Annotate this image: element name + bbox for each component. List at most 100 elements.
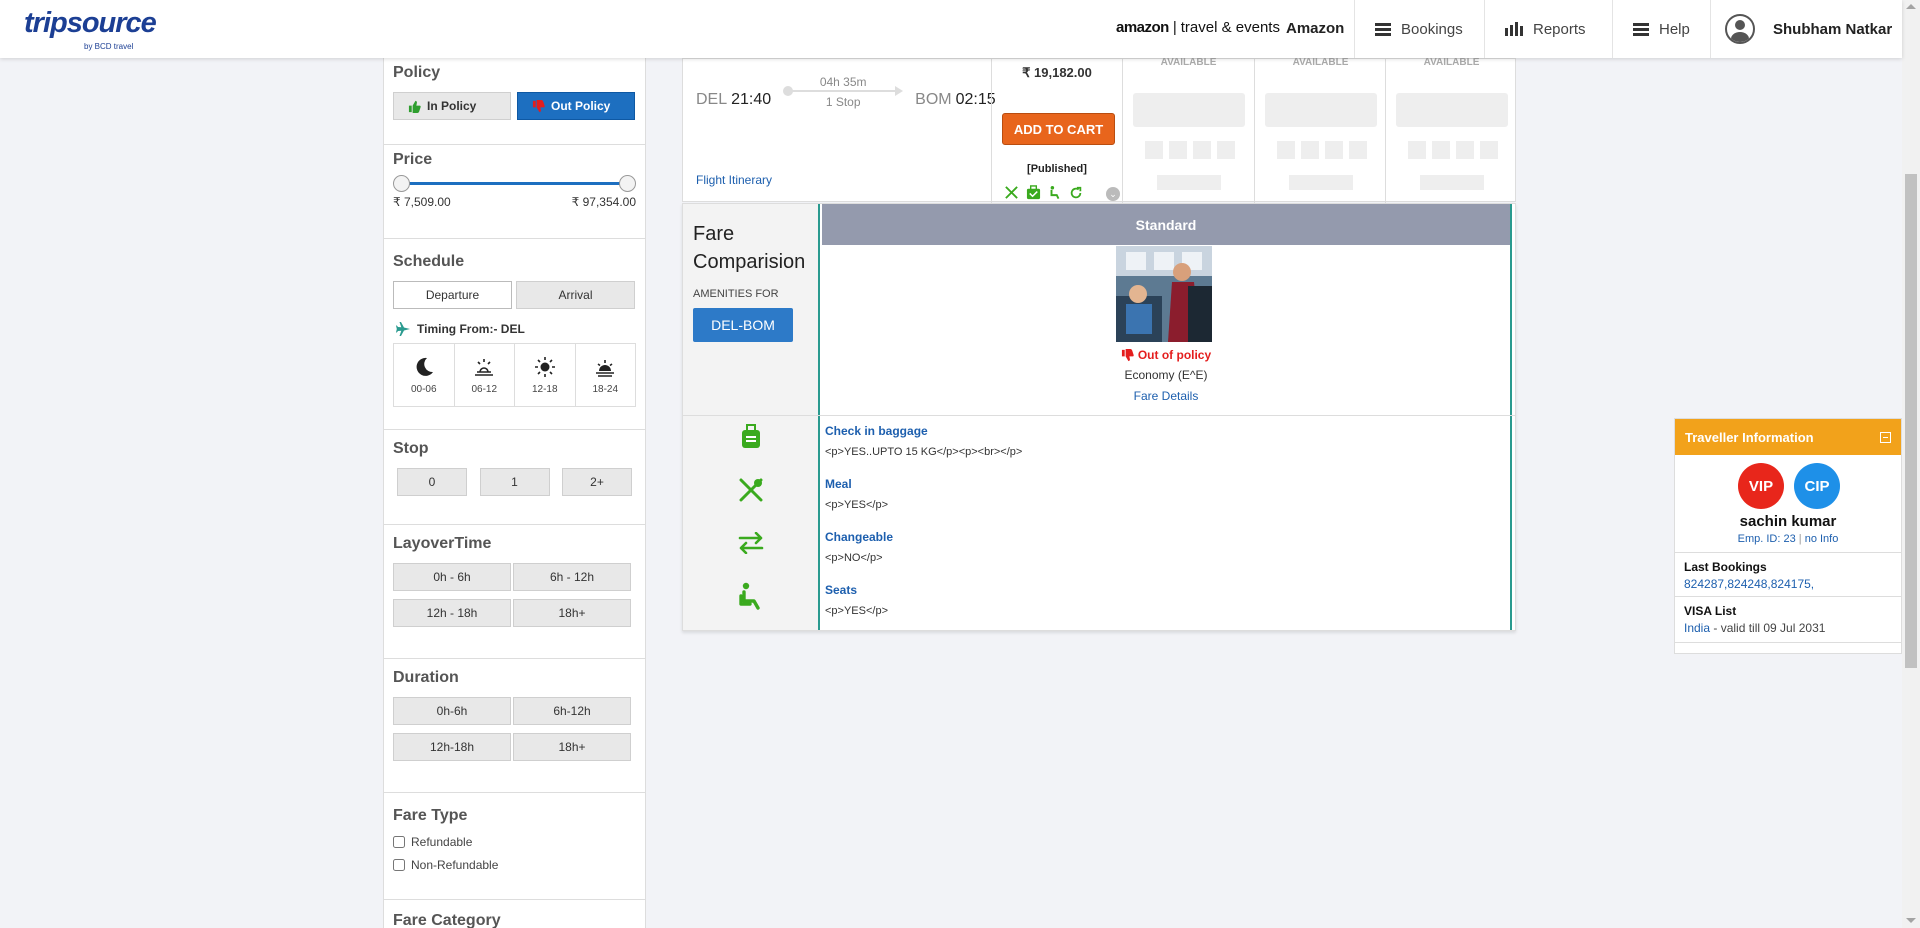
origin-code: DEL <box>696 91 728 108</box>
amenity-value: <p>YES</p> <box>825 605 888 617</box>
user-menu[interactable]: Shubham Natkar <box>1710 0 1892 58</box>
meal-icon <box>739 478 763 502</box>
fare-category-filter: Fare Category <box>384 900 645 928</box>
out-policy-button[interactable]: Out Policy <box>517 92 635 120</box>
scroll-up-icon[interactable] <box>1906 4 1916 9</box>
non-refundable-checkbox[interactable] <box>393 859 405 871</box>
vip-badge: VIP <box>1738 463 1784 509</box>
amenity-row: Changeable <p>NO</p> <box>683 522 1513 575</box>
stop-filter: Stop 0 1 2+ <box>384 430 645 525</box>
departure-time: 21:40 <box>731 91 772 108</box>
nav-help[interactable]: Help <box>1612 0 1710 58</box>
amenity-value: <p>YES..UPTO 15 KG</p><p><br></p> <box>825 446 1023 458</box>
time-slot-morning[interactable]: 06-12 <box>455 344 515 406</box>
user-avatar-icon <box>1725 14 1755 44</box>
filter-sidebar: Policy In Policy Out Policy Price ₹ 7,50… <box>383 58 646 928</box>
collapse-icon[interactable] <box>1880 431 1891 443</box>
amenities-for-label: AMENITIES FOR <box>693 288 779 300</box>
in-policy-button[interactable]: In Policy <box>393 92 511 120</box>
menu-icon <box>1633 22 1649 36</box>
schedule-title: Schedule <box>393 253 465 270</box>
fare-type-title: Fare Type <box>393 807 468 824</box>
last-bookings-list[interactable]: 824287,824248,824175, <box>1684 577 1892 591</box>
seat-icon <box>1050 185 1060 200</box>
thumbs-up-icon <box>408 100 421 113</box>
last-bookings-section: Last Bookings 824287,824248,824175, <box>1675 552 1901 598</box>
layover-18plus-button[interactable]: 18h+ <box>513 599 631 627</box>
refundable-option[interactable]: Refundable <box>393 835 636 849</box>
policy-status: Out of policy <box>822 348 1510 362</box>
duration-18plus-button[interactable]: 18h+ <box>513 733 631 761</box>
amenity-value: <p>NO</p> <box>825 552 883 564</box>
duration-12-18-button[interactable]: 12h-18h <box>393 733 511 761</box>
amazon-travel-brand: amazon | travel & events <box>1116 19 1280 36</box>
refundable-checkbox[interactable] <box>393 836 405 848</box>
duration-6-12-button[interactable]: 6h-12h <box>513 697 631 725</box>
timing-from: Timing From:- DEL <box>395 321 636 337</box>
traveller-badges: VIP CIP <box>1738 463 1840 509</box>
arrival-tab[interactable]: Arrival <box>516 281 635 309</box>
duration-filter: Duration 0h-6h 6h-12h 12h-18h 18h+ <box>384 659 645 793</box>
user-name: Shubham Natkar <box>1773 20 1893 38</box>
time-slots: 00-06 06-12 12-18 18-24 <box>393 343 636 407</box>
add-to-cart-button[interactable]: ADD TO CART <box>1002 113 1115 145</box>
route-del-bom-button[interactable]: DEL-BOM <box>693 308 793 342</box>
visa-country-link[interactable]: India <box>1684 621 1710 635</box>
price-title: Price <box>393 151 433 168</box>
scrollbar-thumb[interactable] <box>1905 174 1917 668</box>
price-slider[interactable] <box>393 173 636 193</box>
departure-tab[interactable]: Departure <box>393 281 512 309</box>
time-slot-night[interactable]: 00-06 <box>394 344 455 406</box>
amenity-name: Seats <box>825 583 858 597</box>
fare-details-link[interactable]: Fare Details <box>822 389 1510 403</box>
fare-comparison-panel: Fare Comparision AMENITIES FOR DEL-BOM S… <box>682 203 1516 631</box>
duration-0-6-button[interactable]: 0h-6h <box>393 697 511 725</box>
nav-reports-label: Reports <box>1533 20 1586 38</box>
visa-list-section: VISA List India - valid till 09 Jul 2031 <box>1675 596 1901 643</box>
menu-icon <box>1375 22 1391 36</box>
layover-6-12-button[interactable]: 6h - 12h <box>513 563 631 591</box>
swap-arrows-icon <box>738 532 764 554</box>
price-min-handle[interactable] <box>393 175 410 192</box>
duration-title: Duration <box>393 669 459 686</box>
moon-icon <box>416 357 433 376</box>
tripsource-logo[interactable]: tripsource by BCD travel <box>24 7 157 51</box>
refresh-icon <box>1070 186 1082 198</box>
chevron-down-icon[interactable]: ⌄ <box>1106 187 1120 201</box>
flight-itinerary-link[interactable]: Flight Itinerary <box>696 173 772 187</box>
time-slot-evening[interactable]: 18-24 <box>576 344 636 406</box>
policy-filter: Policy In Policy Out Policy <box>384 58 645 145</box>
amenity-name: Check in baggage <box>825 424 928 438</box>
luggage-icon <box>742 424 760 448</box>
time-slot-afternoon[interactable]: 12-18 <box>515 344 576 406</box>
stop-1-button[interactable]: 1 <box>479 468 550 496</box>
route-line: 04h 35m 1 Stop <box>783 75 904 115</box>
price-filter: Price ₹ 7,509.00 ₹ 97,354.00 <box>384 145 645 239</box>
nav-reports[interactable]: Reports <box>1484 0 1612 58</box>
sun-icon <box>534 356 555 377</box>
traveller-name: sachin kumar <box>1739 513 1837 530</box>
bar-chart-icon <box>1505 22 1523 36</box>
layover-12-18-button[interactable]: 12h - 18h <box>393 599 511 627</box>
schedule-filter: Schedule Departure Arrival Timing From:-… <box>384 239 645 430</box>
stop-2plus-button[interactable]: 2+ <box>562 468 632 496</box>
price-max-value: ₹ 97,354.00 <box>571 195 636 209</box>
cabin-photo <box>1116 246 1212 342</box>
layover-0-6-button[interactable]: 0h - 6h <box>393 563 511 591</box>
employee-info-link[interactable]: no Info <box>1805 533 1839 545</box>
sunrise-icon <box>475 358 494 376</box>
flight-result-card: DEL 21:40 04h 35m 1 Stop BOM 02:15 Fligh… <box>682 57 1516 203</box>
nav-bookings[interactable]: Bookings <box>1354 0 1484 58</box>
amenity-name: Changeable <box>825 530 894 544</box>
traveller-info-title: Traveller Information <box>1685 429 1814 445</box>
arrival-time: 02:15 <box>955 91 996 108</box>
comparison-title: Fare Comparision <box>693 223 806 273</box>
amenity-row: Check in baggage <p>YES..UPTO 15 KG</p><… <box>683 416 1513 469</box>
flight-times: DEL 21:40 04h 35m 1 Stop BOM 02:15 <box>696 75 996 115</box>
cip-badge: CIP <box>1794 463 1840 509</box>
scroll-down-icon[interactable] <box>1906 918 1916 923</box>
stop-0-button[interactable]: 0 <box>397 468 467 496</box>
price-max-handle[interactable] <box>619 175 636 192</box>
non-refundable-option[interactable]: Non-Refundable <box>393 858 636 872</box>
amenity-row: Meal <p>YES</p> <box>683 469 1513 522</box>
